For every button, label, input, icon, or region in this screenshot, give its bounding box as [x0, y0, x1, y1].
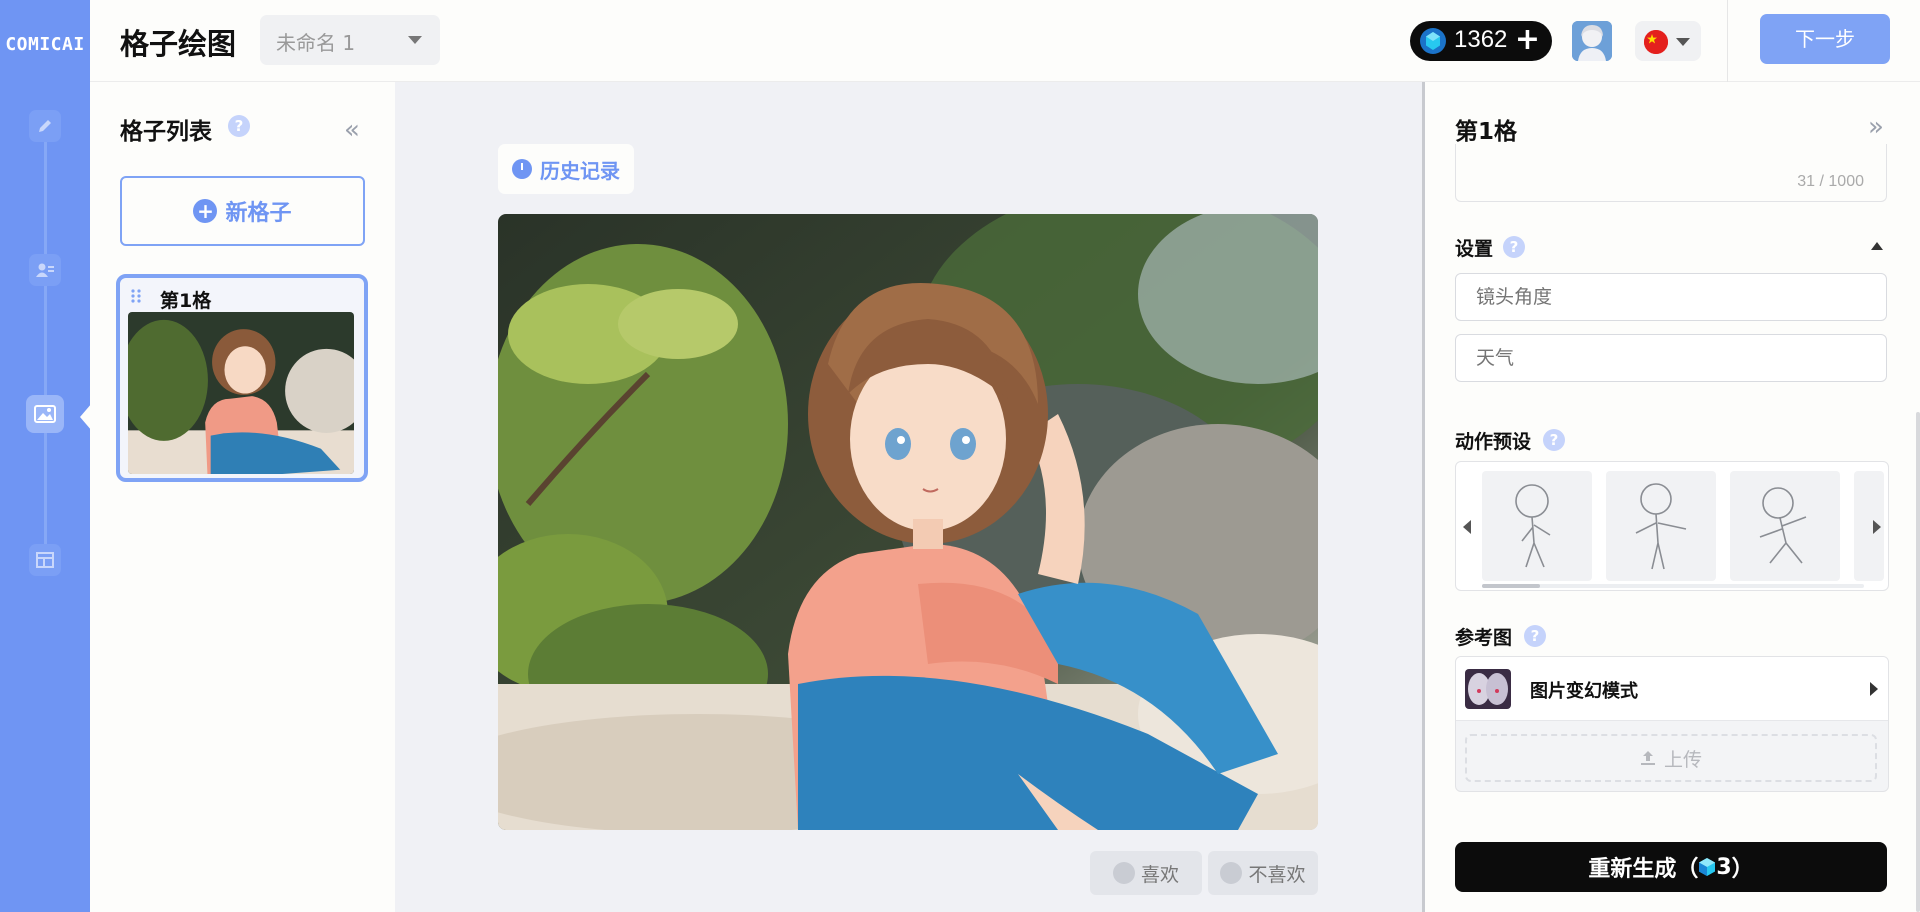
pose-preset-label: 动作预设	[1455, 431, 1532, 453]
credits-badge[interactable]: 1362 +	[1410, 21, 1552, 61]
left-rail: COMICAI	[0, 0, 92, 912]
project-select[interactable]: 未命名 1	[260, 15, 440, 65]
chevron-down-icon	[1676, 38, 1690, 46]
generated-panel-image	[498, 214, 1318, 830]
drag-handle-icon[interactable]	[130, 288, 142, 304]
sad-face-icon	[1220, 862, 1243, 884]
prompt-textarea[interactable]: 31 / 1000	[1455, 144, 1887, 202]
edit-icon[interactable]	[29, 110, 61, 142]
help-icon[interactable]: ?	[1503, 236, 1525, 258]
dislike-label: 不喜欢	[1248, 863, 1306, 886]
image-icon[interactable]	[26, 395, 64, 433]
gem-icon	[1699, 858, 1716, 876]
reference-mode-thumbnail	[1465, 669, 1511, 709]
panel-card-label: 第1格	[160, 290, 212, 312]
regenerate-button[interactable]: 重新生成（ 3 ）	[1455, 842, 1887, 892]
carousel-prev-icon[interactable]	[1463, 520, 1471, 534]
regenerate-label: 重新生成（	[1588, 857, 1699, 882]
new-panel-label: 新格子	[225, 201, 292, 226]
char-count: 31 / 1000	[1797, 173, 1864, 190]
top-header: 格子绘图 未命名 1 1362 + 下一步	[90, 0, 1920, 82]
carousel-next-icon[interactable]	[1873, 520, 1881, 534]
pose-preset-carousel	[1455, 461, 1889, 591]
rail-progress-line	[44, 125, 47, 565]
collapse-right-icon[interactable]: »	[1868, 112, 1884, 142]
gem-icon	[1420, 28, 1446, 54]
new-panel-button[interactable]: + 新格子	[120, 176, 365, 246]
regenerate-cost: 3	[1716, 854, 1732, 880]
language-select[interactable]	[1635, 21, 1701, 61]
panel-list-title: 格子列表	[120, 119, 212, 145]
carousel-scroll-thumb[interactable]	[1482, 584, 1540, 588]
panel-detail-sidebar: 第1格 » 31 / 1000 设置 ? 动作预设 ? 参考图 ?	[1425, 82, 1920, 912]
upload-icon	[1640, 751, 1655, 765]
reference-image-box: 图片变幻模式 上传	[1455, 656, 1889, 792]
header-divider	[1727, 0, 1728, 82]
china-flag-icon	[1644, 30, 1668, 54]
help-icon[interactable]: ?	[1543, 429, 1565, 451]
like-label: 喜欢	[1140, 863, 1179, 886]
panel-card[interactable]: 第1格	[116, 274, 368, 482]
weather-input[interactable]	[1455, 334, 1887, 382]
logo: COMICAI	[5, 34, 85, 55]
panel-thumbnail	[128, 312, 354, 474]
reference-mode-label: 图片变幻模式	[1530, 681, 1638, 702]
project-name: 未命名 1	[276, 31, 356, 55]
dislike-button[interactable]: 不喜欢	[1208, 851, 1318, 895]
detail-title: 第1格	[1455, 119, 1518, 145]
settings-label: 设置	[1455, 238, 1494, 260]
help-icon[interactable]: ?	[228, 115, 250, 137]
history-label: 历史记录	[540, 158, 620, 183]
page-title: 格子绘图	[120, 27, 237, 61]
help-icon[interactable]: ?	[1524, 625, 1546, 647]
detail-scrollbar[interactable]	[1916, 412, 1920, 912]
pose-preset-item[interactable]	[1606, 471, 1716, 581]
next-step-button[interactable]: 下一步	[1760, 14, 1890, 64]
pose-preset-item[interactable]	[1482, 471, 1592, 581]
pose-preset-item[interactable]	[1730, 471, 1840, 581]
camera-angle-input[interactable]	[1455, 273, 1887, 321]
carousel-scrollbar[interactable]	[1482, 584, 1864, 588]
add-credits-icon[interactable]: +	[1515, 22, 1540, 57]
character-icon[interactable]	[29, 254, 61, 286]
chevron-down-icon	[408, 36, 422, 44]
reference-label: 参考图	[1455, 627, 1513, 649]
layout-icon[interactable]	[29, 544, 61, 576]
plus-icon: +	[193, 199, 218, 223]
happy-face-icon	[1112, 862, 1135, 884]
panel-list-sidebar: 格子列表 ? « + 新格子 第1格	[90, 82, 395, 912]
upload-button[interactable]: 上传	[1465, 734, 1877, 782]
collapse-left-icon[interactable]: «	[344, 115, 360, 145]
avatar[interactable]	[1572, 21, 1612, 61]
upload-label: 上传	[1663, 748, 1702, 771]
chevron-right-icon	[1870, 682, 1878, 696]
clock-icon	[512, 159, 532, 179]
regenerate-suffix: ）	[1731, 857, 1754, 882]
history-button[interactable]: 历史记录	[498, 144, 634, 194]
credits-count: 1362	[1454, 26, 1508, 53]
chevron-up-icon[interactable]	[1871, 242, 1883, 250]
like-button[interactable]: 喜欢	[1090, 851, 1202, 895]
reference-mode-select[interactable]: 图片变幻模式	[1456, 657, 1888, 721]
